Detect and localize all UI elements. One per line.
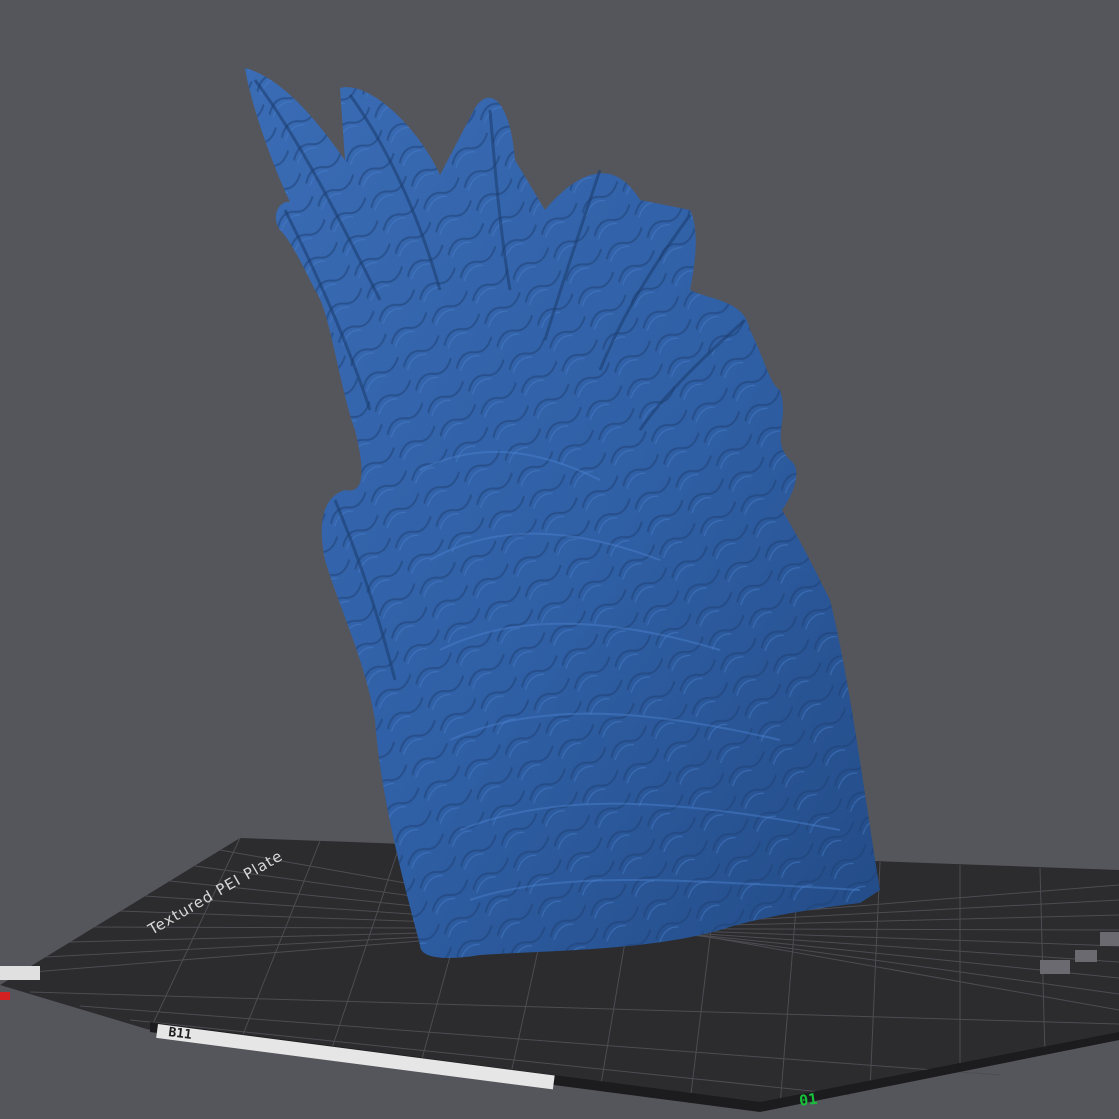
origin-marker [0, 992, 10, 1000]
plate-corner-tag [0, 966, 40, 980]
3d-viewport[interactable]: B11 Textured PEI Plate 01 [0, 0, 1119, 1119]
feather-wing-model[interactable] [245, 68, 880, 958]
plate-number: 01 [798, 1090, 818, 1110]
viewport-scene[interactable]: B11 Textured PEI Plate 01 [0, 0, 1119, 1119]
plate-code: B11 [167, 1025, 192, 1043]
